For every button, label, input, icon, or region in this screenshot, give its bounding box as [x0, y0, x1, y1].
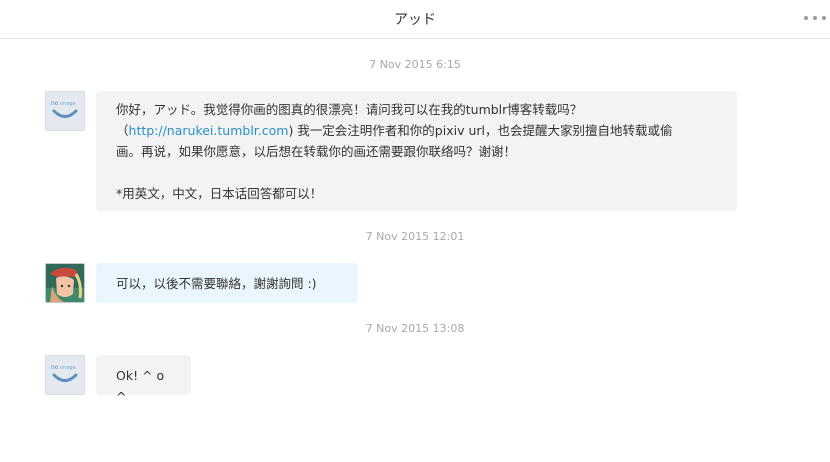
conversation-title: アッド: [394, 12, 436, 28]
avatar[interactable]: [45, 263, 85, 303]
conversation-header: アッド: [0, 0, 830, 39]
message-bubble: Ok! ^ o ^: [96, 355, 191, 404]
svg-text:no: no: [51, 364, 59, 371]
default-avatar-icon: no image: [46, 356, 84, 394]
avatar[interactable]: no image: [45, 91, 85, 131]
message-text-line: *用英文，中文，日本话回答都可以！: [116, 186, 323, 201]
more-options-icon[interactable]: [804, 15, 826, 21]
message-text: ) 我一定会注明作者和你的pixiv url，也会提醒大家别擅自地转载或偷: [288, 123, 673, 138]
svg-text:image: image: [60, 101, 76, 107]
message-text-line: 你好，アッド。我觉得你画的图真的很漂亮！请问我可以在我的tumblr博客转载吗？: [116, 102, 583, 117]
avatar[interactable]: no image: [45, 355, 85, 395]
more-dot: [813, 16, 817, 20]
message-bubble: 你好，アッド。我觉得你画的图真的很漂亮！请问我可以在我的tumblr博客转载吗？…: [96, 91, 737, 211]
message-link[interactable]: http://narukei.tumblr.com: [129, 123, 289, 138]
message-text: （: [116, 123, 129, 138]
message-timestamp: 7 Nov 2015 12:01: [365, 230, 465, 243]
more-dot: [822, 16, 826, 20]
user-avatar-image: [46, 264, 84, 302]
message-timestamp: 7 Nov 2015 13:08: [365, 322, 465, 335]
default-avatar-icon: no image: [46, 92, 84, 130]
message-text-line: 画。再说，如果你愿意，以后想在转载你的画还需要跟你联络吗？谢谢！: [116, 144, 517, 159]
more-dot: [804, 16, 808, 20]
message-timestamp: 7 Nov 2015 6:15: [369, 58, 461, 71]
message-text: Ok! ^ o ^: [116, 368, 165, 404]
svg-text:no: no: [51, 100, 59, 107]
message-text-line: （http://narukei.tumblr.com) 我一定会注明作者和你的p…: [116, 120, 717, 141]
message-bubble: 可以，以後不需要聯絡，謝謝詢問 :): [96, 263, 358, 303]
message-text: 可以，以後不需要聯絡，謝謝詢問 :): [116, 276, 317, 291]
svg-text:image: image: [60, 365, 76, 371]
